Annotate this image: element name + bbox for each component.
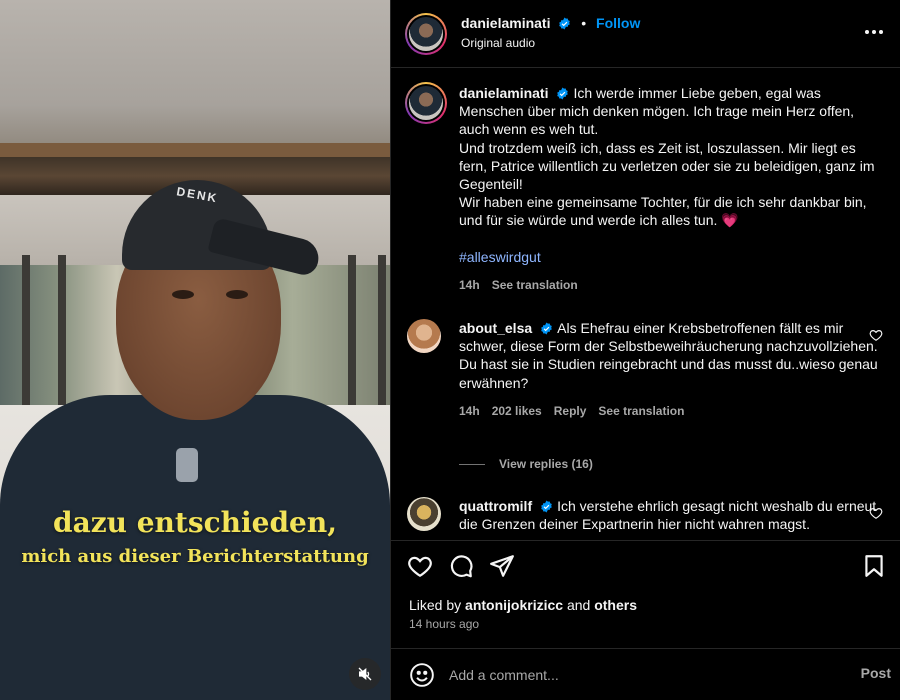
verified-badge-icon <box>559 17 571 30</box>
liked-by-others-link[interactable]: others <box>594 597 637 613</box>
liked-by-user-link[interactable]: antonijokrizicc <box>465 597 563 613</box>
reply-button[interactable]: Reply <box>554 402 587 420</box>
commenter-username[interactable]: quattromilf <box>459 498 532 514</box>
post-comment-button[interactable]: Post <box>861 665 891 681</box>
header-user-line: danielaminati • Follow <box>461 15 640 31</box>
caption-time: 14h <box>459 277 480 292</box>
see-translation-link[interactable]: See translation <box>492 276 578 294</box>
post-header: danielaminati • Follow Original audio <box>391 0 900 68</box>
comment-time: 14h <box>459 403 480 418</box>
add-comment-bar: Post <box>391 648 900 700</box>
commenter-avatar[interactable] <box>407 497 441 531</box>
like-comment-heart-icon[interactable] <box>869 506 883 520</box>
hashtag-link[interactable]: #alleswirdgut <box>459 248 879 266</box>
share-send-icon[interactable] <box>489 553 515 579</box>
verified-badge-icon <box>541 322 552 335</box>
video-caption-line2: mich aus dieser Berichterstattung <box>21 546 369 567</box>
verified-badge-icon <box>541 500 552 513</box>
post-action-bar <box>391 540 900 590</box>
reel-viewer: DENK dazu entschieden, mich aus dieser B… <box>0 0 900 700</box>
commenter-username[interactable]: about_elsa <box>459 320 532 336</box>
comment-likes-count[interactable]: 202 likes <box>492 402 542 420</box>
liked-by-line: Liked by antonijokrizicc and others <box>409 597 637 613</box>
like-heart-icon[interactable] <box>407 553 433 579</box>
caption-meta: 14h See translation <box>459 276 879 294</box>
clip-microphone <box>176 448 198 482</box>
replies-divider <box>459 463 485 465</box>
liked-by-and: and <box>566 597 591 613</box>
commenter-avatar[interactable] <box>407 319 441 353</box>
emoji-smiley-icon[interactable] <box>409 662 435 688</box>
video-background <box>0 0 390 150</box>
verified-badge-icon <box>557 87 569 100</box>
comment-meta: 14h 202 likes Reply See translation <box>459 402 879 420</box>
more-horizontal-icon <box>865 30 883 34</box>
comment-bubble-icon[interactable] <box>448 553 474 579</box>
liked-by-prefix: Liked by <box>409 597 462 613</box>
author-username[interactable]: danielaminati <box>461 15 550 31</box>
add-comment-input[interactable] <box>449 661 829 689</box>
mute-button[interactable] <box>349 658 381 690</box>
separator-dot: • <box>581 15 587 31</box>
like-comment-heart-icon[interactable] <box>869 328 883 342</box>
comments-list[interactable]: danielaminati Ich werde immer Liebe geben… <box>391 69 900 539</box>
view-replies-label: View replies (16) <box>499 457 593 471</box>
more-options-button[interactable] <box>861 20 887 44</box>
see-translation-link[interactable]: See translation <box>598 402 684 420</box>
caption-text: Ich werde immer Liebe geben, egal was Me… <box>459 85 875 229</box>
post-sidebar: danielaminati • Follow Original audio da… <box>390 0 900 700</box>
caption-username[interactable]: danielaminati <box>459 85 548 101</box>
caption-author-avatar[interactable] <box>405 82 447 124</box>
post-timestamp[interactable]: 14 hours ago <box>409 617 479 631</box>
bookmark-save-icon[interactable] <box>861 553 887 579</box>
speaker-muted-icon <box>358 667 372 681</box>
reel-video[interactable]: DENK dazu entschieden, mich aus dieser B… <box>0 0 390 700</box>
video-caption-line1: dazu entschieden, <box>53 506 337 539</box>
author-avatar[interactable] <box>405 13 447 55</box>
follow-button[interactable]: Follow <box>596 15 640 31</box>
audio-label[interactable]: Original audio <box>461 36 535 50</box>
view-replies-button[interactable]: View replies (16) <box>459 457 593 471</box>
